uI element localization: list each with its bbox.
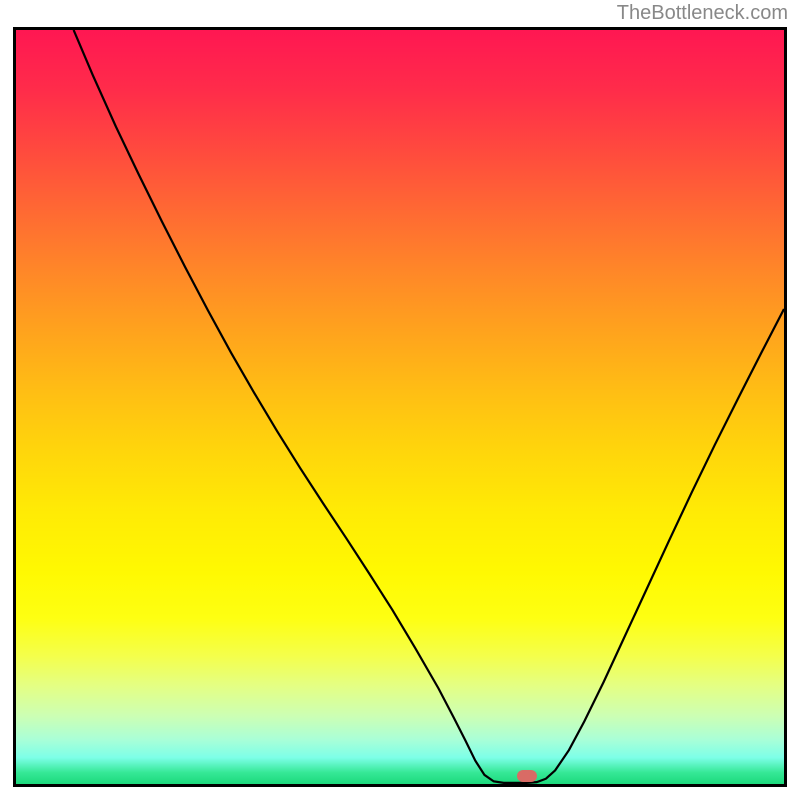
chart-container: TheBottleneck.com xyxy=(0,0,800,800)
plot-area xyxy=(13,27,787,787)
optimal-marker xyxy=(517,770,537,782)
watermark-text: TheBottleneck.com xyxy=(617,2,788,25)
bottleneck-curve xyxy=(74,30,784,783)
curve-svg xyxy=(16,30,784,784)
